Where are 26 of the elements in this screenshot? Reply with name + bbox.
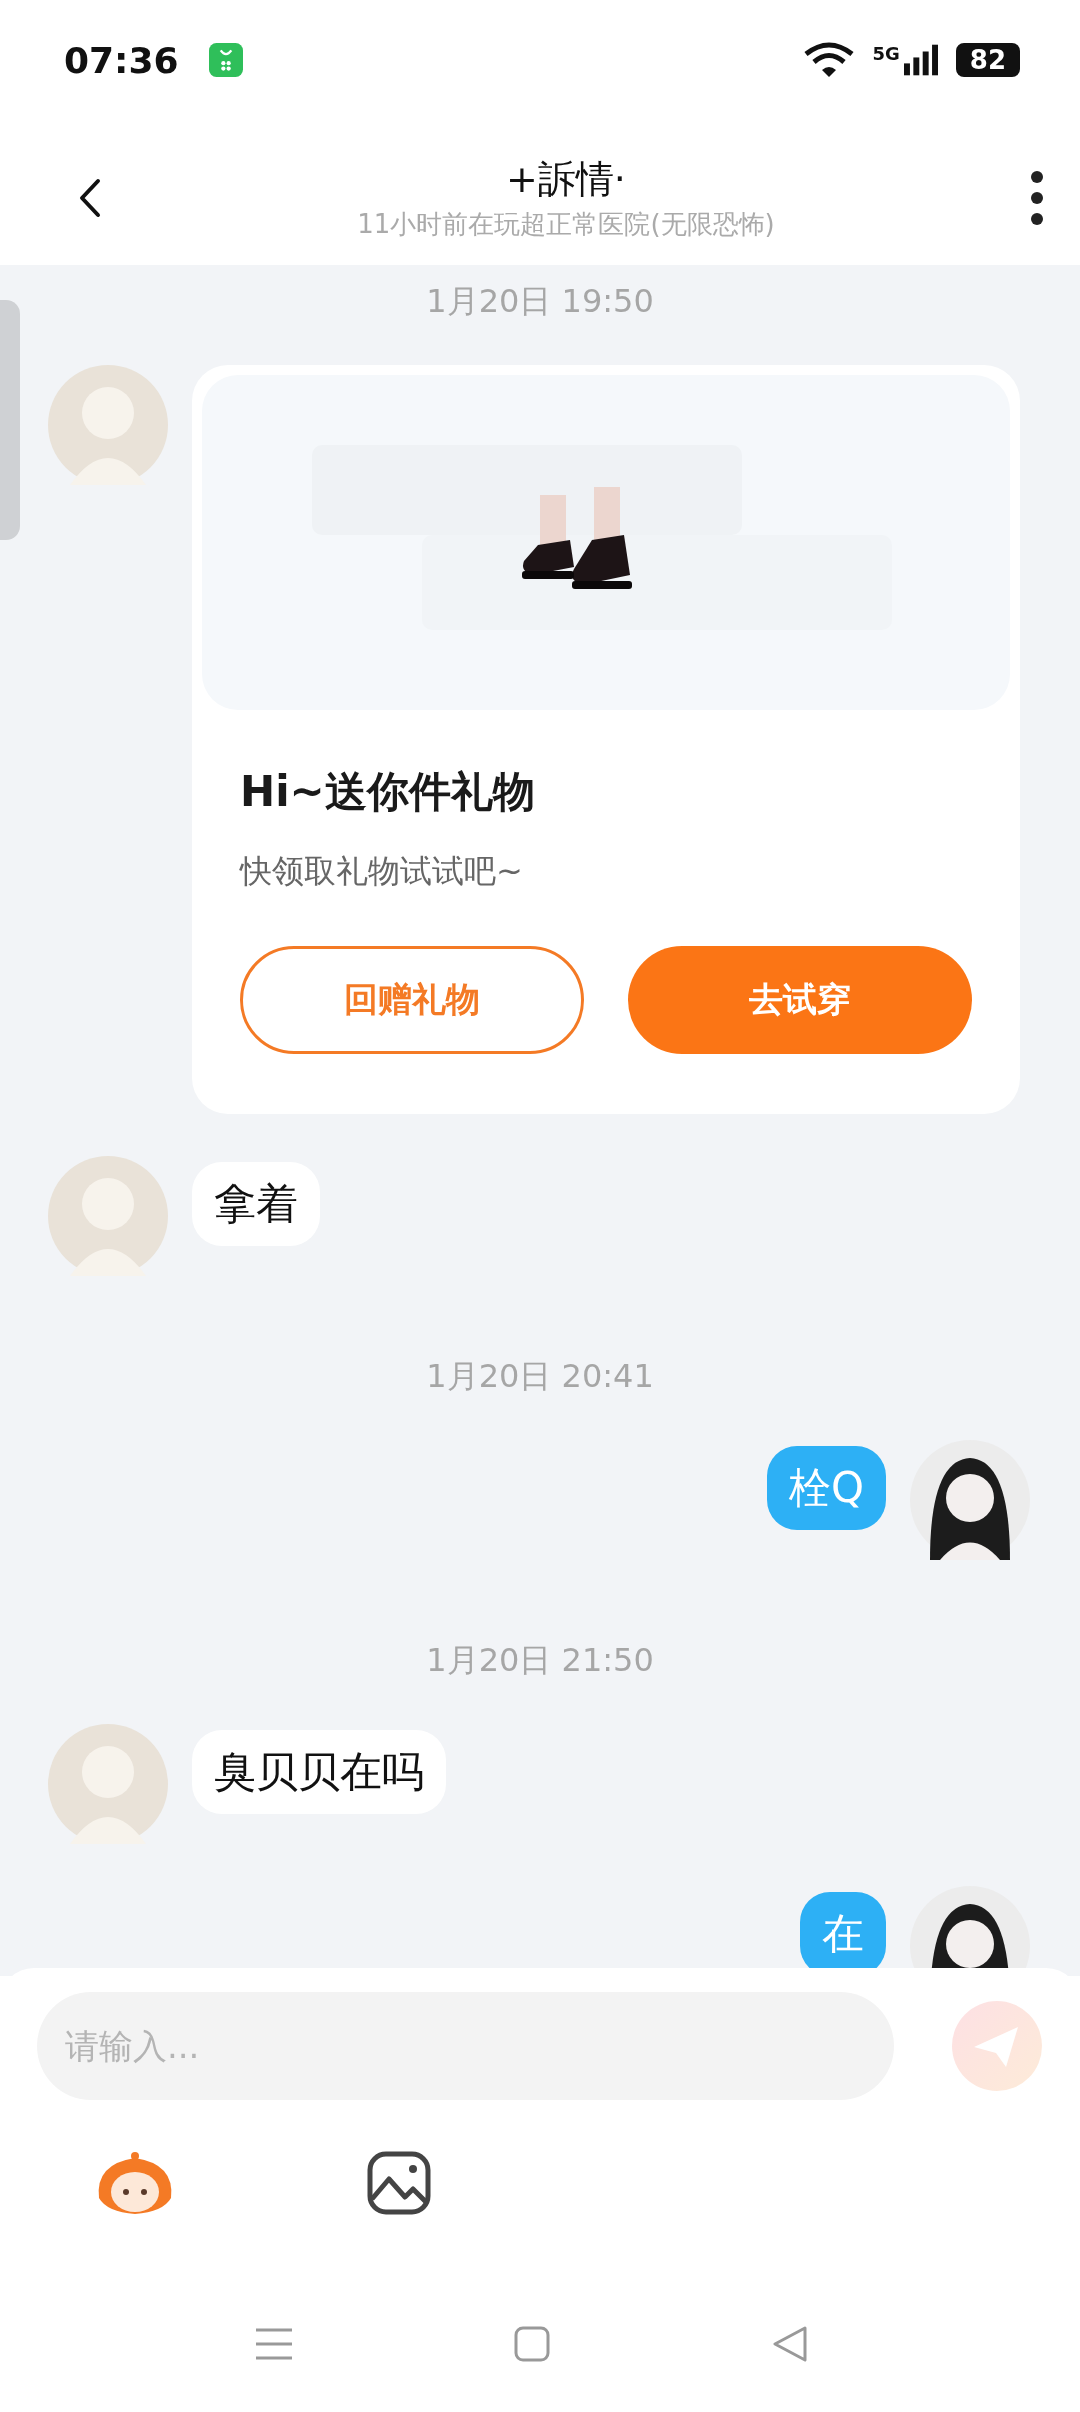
gift-title: Hi~送你件礼物: [240, 766, 536, 818]
gift-button[interactable]: 去试穿: [628, 946, 972, 1054]
message-input[interactable]: 请输入...: [37, 1992, 894, 2100]
network-label: 5G: [872, 42, 900, 64]
message-time: 1月20日 20:41: [426, 1356, 654, 1397]
shopping-bag-icon: [208, 43, 243, 77]
image-icon[interactable]: [367, 2151, 431, 2215]
chat-status: 11小时前在玩超正常医院(无限恐怖): [357, 207, 775, 241]
gift-button[interactable]: 回赠礼物: [240, 946, 584, 1054]
back-icon[interactable]: [78, 177, 102, 218]
message-bubble: 拿着: [192, 1162, 320, 1246]
message-time: 1月20日 21:50: [426, 1640, 654, 1681]
message-bubble: 栓Q: [766, 1446, 886, 1530]
battery-indicator: 82: [955, 43, 1020, 77]
menu-icon[interactable]: [256, 2326, 292, 2362]
status-time: 07:36: [64, 39, 179, 81]
side-handle[interactable]: [0, 300, 20, 540]
gift-message: 快领取礼物试试吧~: [240, 851, 524, 892]
message-time: 1月20日 19:50: [426, 281, 654, 322]
message-bubble: 臭贝贝在吗: [192, 1730, 446, 1814]
signal-icon: [903, 42, 938, 78]
chat-title: +訴情·: [506, 155, 626, 203]
more-icon[interactable]: [1030, 169, 1044, 226]
home-icon[interactable]: [514, 2326, 550, 2362]
avatar[interactable]: [910, 1440, 1030, 1560]
wifi-icon: [802, 42, 855, 78]
